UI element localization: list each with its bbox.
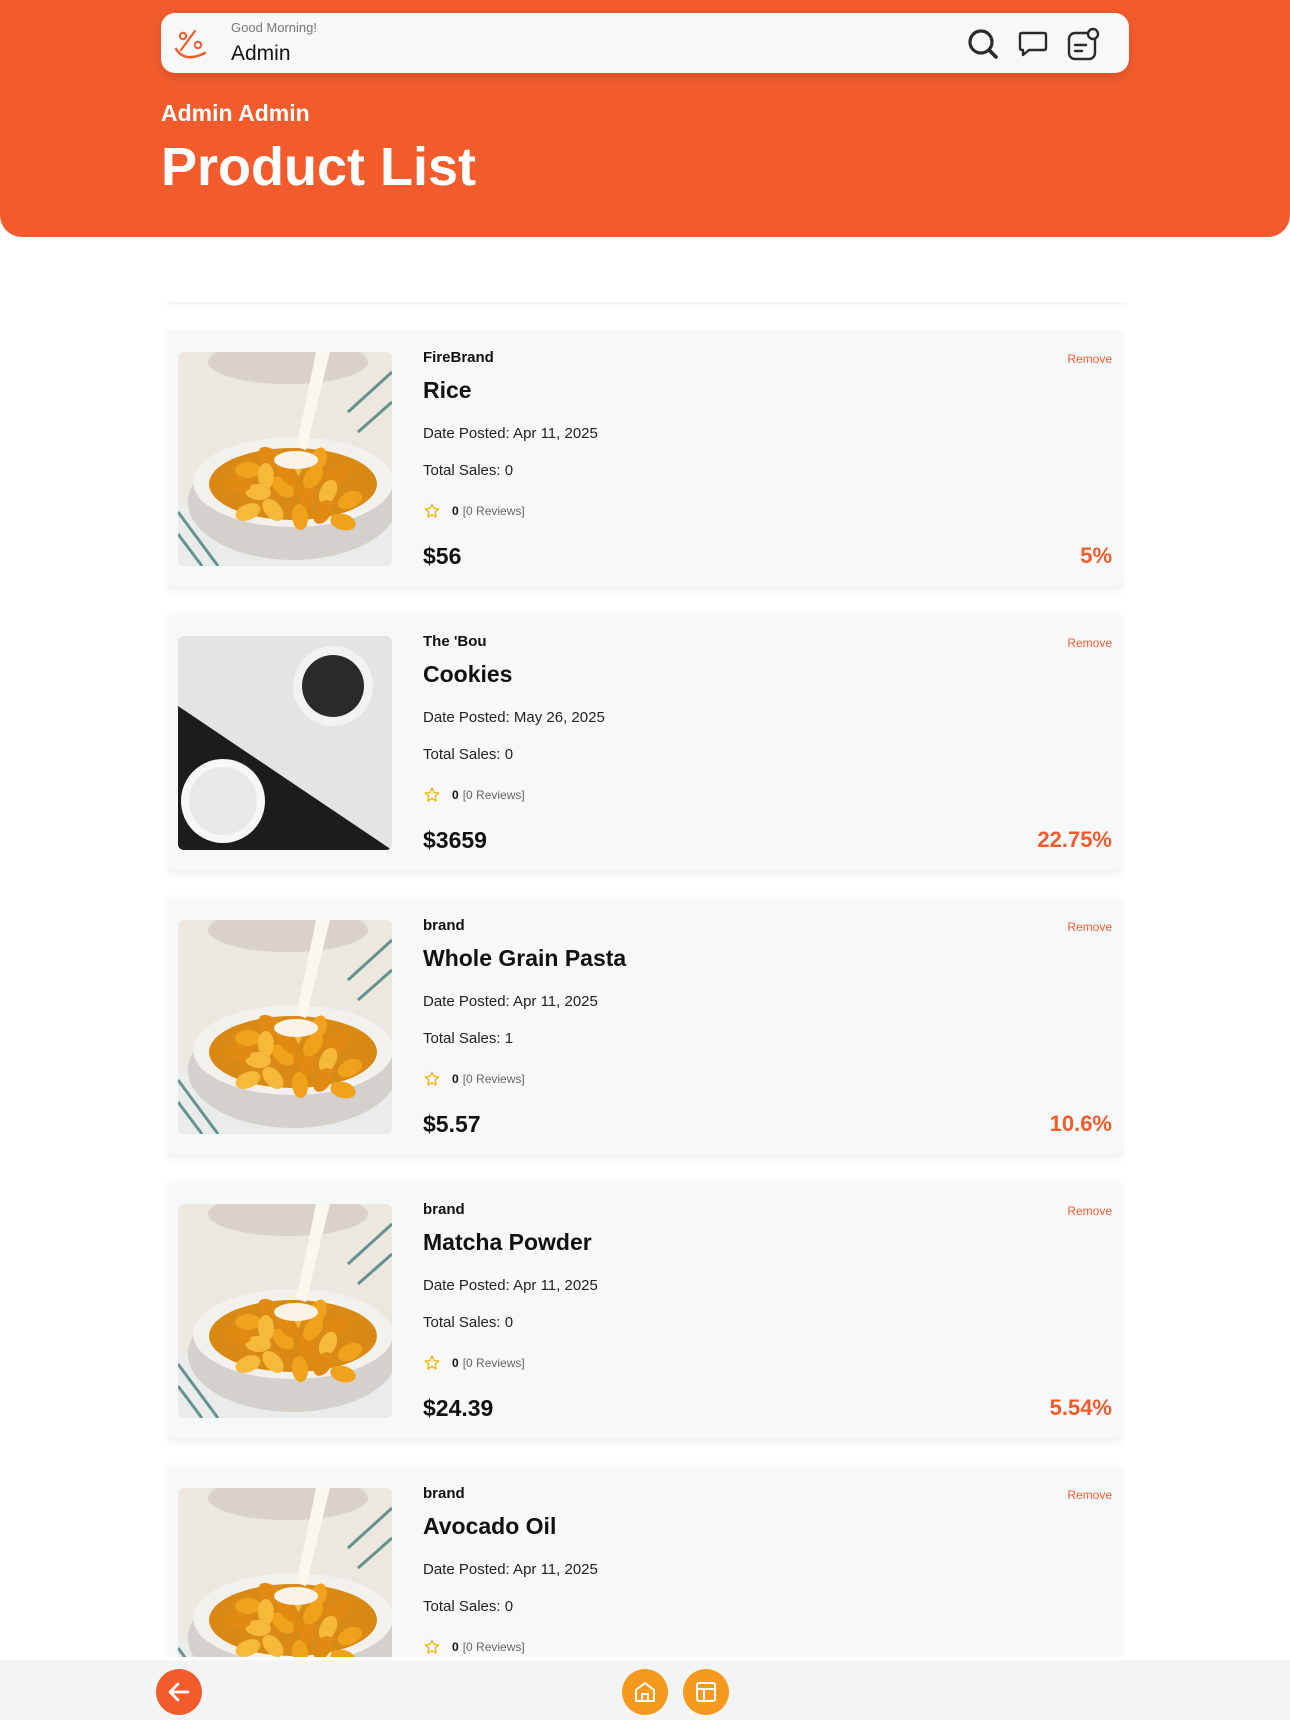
product-rating: 0 [0 Reviews]: [423, 1638, 525, 1656]
home-button[interactable]: [622, 1669, 668, 1715]
product-image: [178, 1488, 392, 1657]
product-date-posted: Date Posted: Apr 11, 2025: [423, 1561, 598, 1578]
product-price: $3659: [423, 827, 487, 853]
rating-value: 0: [452, 504, 459, 518]
user-name: Admin: [231, 42, 291, 65]
remove-button[interactable]: Remove: [1067, 1488, 1112, 1502]
product-date-posted: Date Posted: May 26, 2025: [423, 709, 605, 726]
review-count: [0 Reviews]: [462, 1640, 525, 1654]
product-name: Cookies: [423, 661, 513, 687]
product-price: $24.39: [423, 1395, 494, 1421]
review-count: [0 Reviews]: [462, 1356, 525, 1370]
review-count: [0 Reviews]: [462, 1072, 525, 1086]
product-date-posted: Date Posted: Apr 11, 2025: [423, 425, 598, 442]
greeting-text: Good Morning!: [231, 20, 317, 35]
search-icon[interactable]: [966, 27, 1000, 61]
product-name: Rice: [423, 377, 472, 403]
product-brand: brand: [423, 1201, 465, 1218]
rating-value: 0: [452, 1072, 459, 1086]
product-card[interactable]: brand Whole Grain Pasta Date Posted: Apr…: [166, 898, 1124, 1154]
product-total-sales: Total Sales: 0: [423, 462, 514, 479]
header-banner: Good Morning! Admin Admin Admin Product …: [0, 0, 1290, 237]
home-icon: [635, 1682, 655, 1702]
discount-logo-icon: [171, 23, 215, 63]
product-card[interactable]: brand Avocado Oil Date Posted: Apr 11, 2…: [166, 1466, 1124, 1657]
product-percent: 5.54%: [1049, 1395, 1112, 1420]
rating-value: 0: [452, 1356, 459, 1370]
product-name: Matcha Powder: [423, 1229, 592, 1255]
product-rating: 0 [0 Reviews]: [423, 1354, 525, 1372]
remove-button[interactable]: Remove: [1067, 352, 1112, 366]
page-title: Product List: [161, 137, 477, 197]
product-rating: 0 [0 Reviews]: [423, 1070, 525, 1088]
layout-icon: [696, 1682, 716, 1702]
app-root: Good Morning! Admin Admin Admin Product …: [0, 0, 1290, 1720]
chat-icon[interactable]: [1016, 27, 1050, 61]
product-date-posted: Date Posted: Apr 11, 2025: [423, 993, 598, 1010]
product-total-sales: Total Sales: 1: [423, 1030, 514, 1047]
review-count: [0 Reviews]: [462, 504, 525, 518]
remove-button[interactable]: Remove: [1067, 1204, 1112, 1218]
product-image: [178, 920, 392, 1134]
product-percent: 22.75%: [1037, 827, 1112, 852]
product-image: [178, 352, 392, 566]
product-rating: 0 [0 Reviews]: [423, 786, 525, 804]
product-total-sales: Total Sales: 0: [423, 1598, 514, 1615]
product-image: [178, 636, 392, 850]
product-brand: FireBrand: [423, 349, 494, 366]
remove-button[interactable]: Remove: [1067, 920, 1112, 934]
product-image: [178, 1204, 392, 1418]
filter-strip: [161, 280, 1129, 302]
review-count: [0 Reviews]: [462, 788, 525, 802]
notes-icon[interactable]: [1066, 27, 1100, 61]
layout-button[interactable]: [683, 1669, 729, 1715]
top-bar: Good Morning! Admin: [161, 13, 1129, 73]
remove-button[interactable]: Remove: [1067, 636, 1112, 650]
product-brand: The 'Bou: [423, 633, 487, 650]
product-list[interactable]: FireBrand Rice Date Posted: Apr 11, 2025…: [166, 330, 1124, 1657]
product-date-posted: Date Posted: Apr 11, 2025: [423, 1277, 598, 1294]
rating-value: 0: [452, 1640, 459, 1654]
star-outline-icon: [424, 1355, 440, 1370]
product-rating: 0 [0 Reviews]: [423, 502, 525, 520]
star-outline-icon: [424, 1639, 440, 1654]
star-outline-icon: [424, 503, 440, 518]
product-card[interactable]: The 'Bou Cookies Date Posted: May 26, 20…: [166, 614, 1124, 870]
product-price: $56: [423, 543, 462, 569]
product-name: Avocado Oil: [423, 1513, 557, 1539]
star-outline-icon: [424, 1071, 440, 1086]
product-name: Whole Grain Pasta: [423, 945, 627, 971]
back-button[interactable]: [156, 1669, 202, 1715]
product-card[interactable]: brand Matcha Powder Date Posted: Apr 11,…: [166, 1182, 1124, 1438]
product-total-sales: Total Sales: 0: [423, 1314, 514, 1331]
product-percent: 5%: [1080, 543, 1112, 568]
arrow-left-icon: [168, 1682, 190, 1702]
product-brand: brand: [423, 917, 465, 934]
product-total-sales: Total Sales: 0: [423, 746, 514, 763]
rating-value: 0: [452, 788, 459, 802]
product-card[interactable]: FireBrand Rice Date Posted: Apr 11, 2025…: [166, 330, 1124, 586]
star-outline-icon: [424, 787, 440, 802]
account-name: Admin Admin: [161, 100, 310, 126]
bottom-nav: [0, 1660, 1290, 1720]
product-price: $5.57: [423, 1111, 481, 1137]
product-brand: brand: [423, 1485, 465, 1502]
product-percent: 10.6%: [1049, 1111, 1112, 1136]
